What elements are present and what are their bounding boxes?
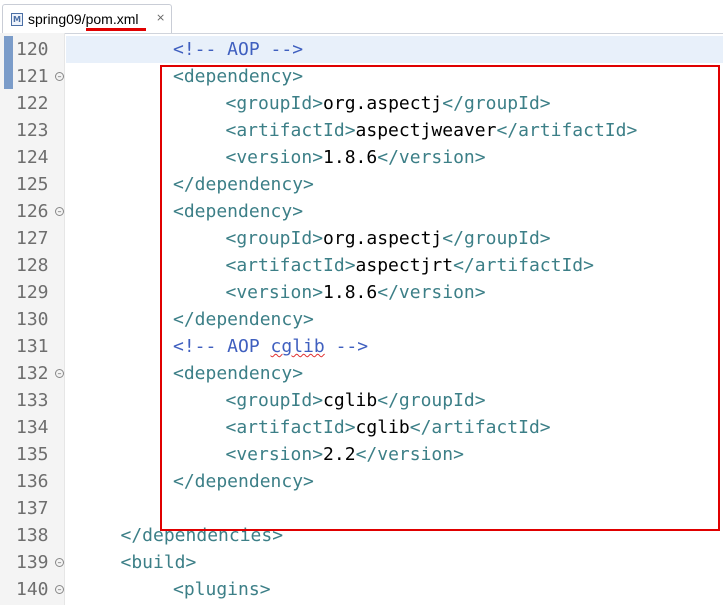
element-value: 1.8.6: [323, 282, 378, 303]
element-value: aspectjweaver: [355, 120, 497, 141]
xml-tag: </groupId>: [377, 390, 486, 411]
line-number: 127: [16, 228, 49, 249]
code-line: <!-- AOP -->: [173, 36, 303, 63]
xml-tag: <dependency>: [173, 201, 304, 222]
code-line: <artifactId>cglib</artifactId>: [226, 414, 551, 441]
fold-toggle-icon[interactable]: –: [55, 72, 64, 81]
code-line: <artifactId>aspectjrt</artifactId>: [226, 252, 594, 279]
line-number: 123: [16, 120, 49, 141]
xml-tag: <groupId>: [225, 228, 324, 249]
element-value: 1.8.6: [323, 147, 378, 168]
tab-title: spring09/pom.xml: [28, 11, 139, 27]
fold-toggle-icon[interactable]: –: [55, 369, 64, 378]
xml-tag: </groupId>: [442, 228, 551, 249]
xml-tag: </version>: [377, 147, 486, 168]
code-line: <dependency>: [173, 360, 303, 387]
line-number: 125: [16, 174, 49, 195]
line-number: 128: [16, 255, 49, 276]
xml-comment: <!-- AOP: [173, 336, 271, 357]
code-line: </dependency>: [173, 171, 314, 198]
line-number: 140: [16, 579, 49, 600]
close-icon[interactable]: ⨯: [156, 11, 165, 24]
line-number: 139: [16, 552, 49, 573]
xml-tag: <build>: [120, 552, 197, 573]
line-number: 138: [16, 525, 49, 546]
line-number: 130: [16, 309, 49, 330]
code-line: </dependency>: [173, 306, 314, 333]
code-line: <groupId>org.aspectj</groupId>: [226, 225, 551, 252]
xml-tag: <version>: [225, 282, 324, 303]
code-line: <!-- AOP cglib -->: [173, 333, 368, 360]
xml-tag: </dependency>: [173, 174, 314, 195]
code-line: <dependency>: [173, 198, 303, 225]
element-value: aspectjrt: [355, 255, 454, 276]
code-line: <groupId>org.aspectj</groupId>: [226, 90, 551, 117]
xml-file-icon: M: [11, 13, 23, 26]
code-line: <version>1.8.6</version>: [226, 279, 486, 306]
line-number: 131: [16, 336, 49, 357]
element-value: org.aspectj: [323, 93, 443, 114]
element-value: cglib: [323, 390, 378, 411]
xml-tag: <groupId>: [225, 93, 324, 114]
line-number: 135: [16, 444, 49, 465]
xml-tag: <version>: [225, 147, 324, 168]
code-line: <build>: [121, 549, 197, 576]
xml-tag: <artifactId>: [225, 417, 356, 438]
code-line: <artifactId>aspectjweaver</artifactId>: [226, 117, 638, 144]
element-value: 2.2: [323, 444, 356, 465]
xml-tag: </groupId>: [442, 93, 551, 114]
xml-tag: </dependencies>: [120, 525, 284, 546]
tab-title-underline: [86, 28, 146, 31]
xml-comment: -->: [324, 336, 369, 357]
gutter-divider: [64, 33, 65, 605]
line-number: 126: [16, 201, 49, 222]
change-marker: [4, 36, 13, 89]
xml-comment: <!-- AOP -->: [173, 39, 304, 60]
line-number: 122: [16, 93, 49, 114]
xml-tag: </dependency>: [173, 309, 314, 330]
fold-toggle-icon[interactable]: –: [55, 585, 64, 594]
fold-toggle-icon[interactable]: –: [55, 558, 64, 567]
xml-tag: <dependency>: [173, 363, 304, 384]
xml-tag: </artifactId>: [496, 120, 638, 141]
code-line: <groupId>cglib</groupId>: [226, 387, 486, 414]
line-number: 134: [16, 417, 49, 438]
xml-tag: <version>: [225, 444, 324, 465]
line-number: 137: [16, 498, 49, 519]
xml-tag: </version>: [355, 444, 464, 465]
line-number: 132: [16, 363, 49, 384]
xml-comment: cglib: [270, 336, 325, 357]
line-number: 124: [16, 147, 49, 168]
element-value: cglib: [355, 417, 410, 438]
code-editor[interactable]: 120 <!-- AOP --> 121– <dependency> 122 <group…: [0, 33, 723, 605]
xml-tag: </version>: [377, 282, 486, 303]
line-number: 121: [16, 66, 49, 87]
xml-tag: <plugins>: [173, 579, 271, 600]
code-line: <plugins>: [173, 576, 271, 603]
element-value: org.aspectj: [323, 228, 443, 249]
code-line: </dependencies>: [121, 522, 284, 549]
xml-tag: </artifactId>: [453, 255, 594, 276]
xml-tag: </artifactId>: [409, 417, 551, 438]
xml-tag: <dependency>: [173, 66, 304, 87]
editor-tab-bar: M spring09/pom.xml ⨯: [0, 0, 723, 34]
fold-toggle-icon[interactable]: –: [55, 207, 64, 216]
line-number: 133: [16, 390, 49, 411]
current-line-highlight: [66, 36, 723, 63]
line-number: 136: [16, 471, 49, 492]
code-line: <version>1.8.6</version>: [226, 144, 486, 171]
code-line: </dependency>: [173, 468, 314, 495]
xml-tag: </dependency>: [173, 471, 314, 492]
xml-tag: <artifactId>: [225, 120, 356, 141]
line-number: 120: [16, 39, 49, 60]
xml-tag: <artifactId>: [225, 255, 356, 276]
code-line: <dependency>: [173, 63, 303, 90]
xml-tag: <groupId>: [225, 390, 324, 411]
line-number: 129: [16, 282, 49, 303]
code-line: <version>2.2</version>: [226, 441, 464, 468]
